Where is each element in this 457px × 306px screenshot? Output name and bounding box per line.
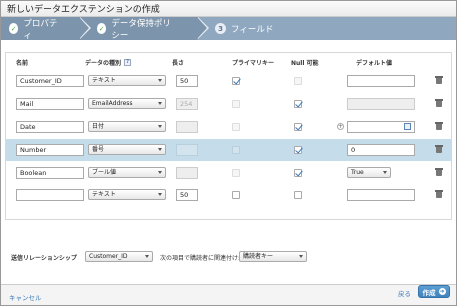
cancel-link[interactable]: キャンセル [9,292,42,302]
table-row: Mail EmailAddress 254 [6,94,451,116]
chevron-down-icon [158,171,162,174]
field-name-input[interactable] [16,189,84,201]
calendar-icon[interactable] [404,123,411,130]
fields-table: 名前 データの種別 ? 長さ プライマリキー Null 可能 デフォルト値 Cu… [5,52,452,220]
column-header-name: 名前 [16,60,29,67]
data-type-value: テキスト [92,77,116,84]
send-relationship-label: 送信リレーションシップ [11,255,77,262]
create-button[interactable]: 作成 ➜ [418,285,450,298]
trash-icon[interactable] [435,76,443,84]
relationship-field-value: Customer_ID [89,253,128,260]
back-link[interactable]: 戻る [398,288,411,298]
nullable-checkbox[interactable] [294,146,302,154]
nullable-checkbox[interactable] [294,100,302,108]
column-header-nullable: Null 可能 [291,60,319,67]
primary-key-checkbox [232,123,240,131]
trash-icon[interactable] [435,99,443,107]
data-type-value: EmailAddress [92,100,133,107]
data-type-value: 日付 [92,123,105,130]
column-header-default: デフォルト値 [356,60,393,67]
relationship-field-select[interactable]: Customer_ID [85,251,153,262]
checkmark-icon: ✓ [9,23,19,34]
length-input [176,144,198,156]
data-type-select[interactable]: ブール値 [88,167,166,178]
subscriber-key-select[interactable]: 購読者キー [239,251,307,262]
trash-icon[interactable] [435,168,443,176]
tab-properties[interactable]: ✓ プロパティ [1,17,91,41]
chevron-down-icon [158,125,162,128]
column-header-type-label: データの種別 [85,60,122,67]
data-type-select[interactable]: テキスト [88,189,166,200]
default-value-input[interactable] [347,189,415,201]
create-button-label: 作成 [422,288,436,297]
data-type-value: テキスト [92,191,116,198]
field-name-input[interactable]: Mail [16,98,84,110]
table-row: Customer_ID テキスト 50 [6,71,451,93]
default-value-input[interactable] [347,75,415,87]
help-icon[interactable]: ? [124,59,132,66]
chevron-down-icon [158,193,162,196]
primary-key-checkbox [232,169,240,177]
relates-to-subscriber-label: 次の項目で購読者に関連付け: [160,255,241,262]
field-name-input[interactable]: Number [16,144,84,156]
chevron-down-icon [145,255,149,258]
field-name-input[interactable]: Date [16,121,84,133]
arrow-right-icon: ➜ [438,288,446,295]
data-type-select[interactable]: EmailAddress [88,98,166,109]
wizard-steps: ✓ プロパティ ✓ データ保持ポリシー 3 フィールド [1,17,456,41]
field-name-input[interactable]: Customer_ID [16,75,84,87]
length-input[interactable]: 50 [176,75,198,87]
chevron-down-icon [158,102,162,105]
subscriber-key-value: 購読者キー [243,253,274,260]
primary-key-checkbox[interactable] [232,77,240,85]
dialog-title: 新しいデータエクステンションの作成 [1,1,456,17]
length-input [176,121,198,133]
length-input[interactable]: 50 [176,189,198,201]
table-row: Boolean ブール値 True [6,163,451,185]
default-value: True [351,169,364,176]
chevron-down-icon [383,171,387,174]
nullable-checkbox[interactable] [294,169,302,177]
default-value-input [347,98,415,110]
data-type-select[interactable]: テキスト [88,75,166,86]
default-value-select[interactable]: True [347,167,391,178]
column-header-primary-key: プライマリキー [232,60,275,67]
checkmark-icon: ✓ [97,23,107,34]
table-row: Date 日付 + [6,117,451,139]
tab-fields[interactable]: 3 フィールド [197,17,294,40]
length-input: 254 [176,98,198,110]
nullable-checkbox [294,77,302,85]
primary-key-checkbox [232,146,240,154]
dialog-footer: キャンセル 戻る 作成 ➜ [1,284,456,305]
column-header-type: データの種別 ? [85,58,132,67]
table-row-selected: Number 番号 0 [6,139,451,161]
field-name-input[interactable]: Boolean [16,167,84,179]
chevron-down-icon [158,79,162,82]
tab-label: データ保持ポリシー [111,18,171,41]
length-input [176,167,198,179]
create-data-extension-dialog: 新しいデータエクステンションの作成 ✓ プロパティ ✓ データ保持ポリシー 3 … [0,0,457,306]
data-type-value: 番号 [92,146,105,153]
nullable-checkbox[interactable] [294,123,302,131]
trash-icon[interactable] [435,122,443,130]
chevron-down-icon [299,255,303,258]
step-number-badge: 3 [215,23,226,34]
data-type-value: ブール値 [92,169,117,176]
data-type-select[interactable]: 日付 [88,121,166,132]
plus-circle-icon[interactable]: + [337,123,344,130]
table-row: テキスト 50 [6,185,451,207]
primary-key-checkbox [232,100,240,108]
column-header-length: 長さ [172,60,185,67]
chevron-down-icon [158,148,162,151]
trash-icon[interactable] [435,190,443,198]
tab-retention-policy[interactable]: ✓ データ保持ポリシー [79,17,209,41]
primary-key-checkbox[interactable] [232,191,240,199]
data-type-select[interactable]: 番号 [88,144,166,155]
trash-icon[interactable] [435,145,443,153]
tab-label: フィールド [231,24,274,35]
tab-label: プロパティ [23,18,58,41]
default-value-input[interactable]: 0 [347,144,415,156]
nullable-checkbox[interactable] [294,191,302,199]
